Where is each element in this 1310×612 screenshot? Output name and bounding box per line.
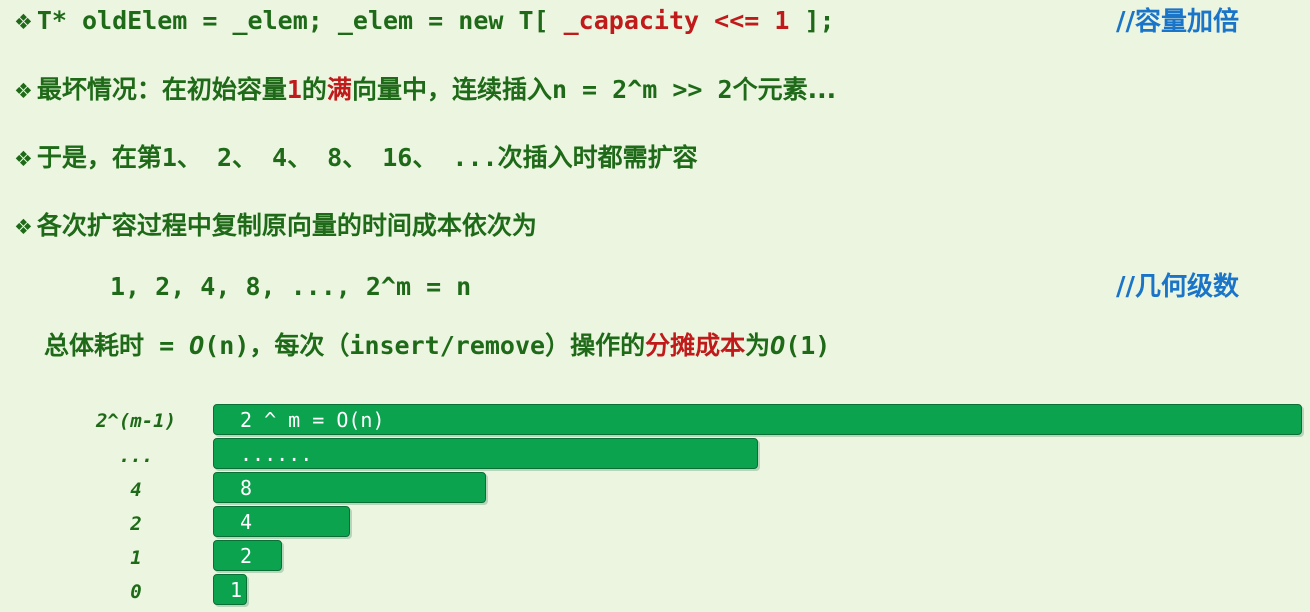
worst-full: 满 — [326, 75, 352, 104]
bar-top: 2 ^ m = O(n) — [213, 404, 1302, 435]
worst-capacity-one: 1 — [286, 75, 302, 104]
row-label-2: 2 — [130, 513, 142, 535]
code-comment: //容量加倍 — [1116, 7, 1239, 37]
total-amortized: 分摊成本 — [645, 331, 746, 360]
total-line: 总体耗时 = O(n)，每次（insert/remove）操作的分摊成本为O(1… — [44, 331, 830, 361]
code-end: ]; — [789, 6, 835, 35]
series-comment: //几何级数 — [1116, 272, 1239, 302]
code-line: ❖ T* oldElem = _elem; _elem = new T[ _cap… — [14, 6, 835, 36]
total-text-4: 为 — [745, 331, 771, 360]
row-label-0: 0 — [130, 581, 142, 603]
code-highlight: _capacity <<= 1 — [563, 6, 790, 35]
worst-expr: n = 2^m >> 2 — [551, 75, 733, 104]
total-text-3: ）操作的 — [545, 331, 646, 360]
worst-text-2: 的 — [301, 75, 327, 104]
total-eq: = — [144, 331, 190, 360]
total-o-n: O — [189, 331, 205, 360]
then-text-2: 次插入时都需扩容 — [497, 143, 698, 172]
bullet-icon: ❖ — [14, 147, 33, 171]
costs-text: 各次扩容过程中复制原向量的时间成本依次为 — [36, 211, 537, 240]
total-n: (n) — [204, 331, 250, 360]
series-line: 1, 2, 4, 8, ..., 2^m = n — [110, 272, 472, 301]
then-text-1: 于是，在第 — [36, 143, 162, 172]
row-label-1: 1 — [130, 547, 142, 569]
expansion-line: ❖ 于是，在第1、 2、 4、 8、 16、 ...次插入时都需扩容 — [14, 143, 698, 173]
then-seq: 1、 2、 4、 8、 16、 ... — [161, 143, 498, 172]
total-text-2: ，每次（ — [249, 331, 350, 360]
row-label-4: 4 — [130, 479, 142, 501]
worst-text-4: 个元素... — [732, 75, 837, 104]
bullet-icon: ❖ — [14, 10, 33, 34]
bar-ellipsis: ...... — [213, 438, 758, 469]
code-text: T* oldElem = _elem; _elem = new T[ — [36, 6, 564, 35]
total-text-1: 总体耗时 — [44, 331, 145, 360]
total-o-1: O — [770, 331, 786, 360]
total-one: (1) — [785, 331, 831, 360]
bar-4: 4 — [213, 506, 350, 537]
row-label-top: 2^(m-1) — [95, 410, 177, 432]
costs-line: ❖ 各次扩容过程中复制原向量的时间成本依次为 — [14, 211, 537, 241]
worst-text-3: 向量中，连续插入 — [351, 75, 552, 104]
bullet-icon: ❖ — [14, 79, 33, 103]
total-ops: insert/remove — [349, 331, 546, 360]
bar-1: 1 — [213, 574, 247, 605]
worst-text-1: 最坏情况：在初始容量 — [36, 75, 287, 104]
bullet-icon: ❖ — [14, 215, 33, 239]
bar-2: 2 — [213, 540, 282, 571]
bar-8: 8 — [213, 472, 486, 503]
worst-case-line: ❖ 最坏情况：在初始容量1的满向量中，连续插入n = 2^m >> 2个元素... — [14, 75, 836, 105]
row-label-ellipsis: ... — [118, 445, 154, 467]
